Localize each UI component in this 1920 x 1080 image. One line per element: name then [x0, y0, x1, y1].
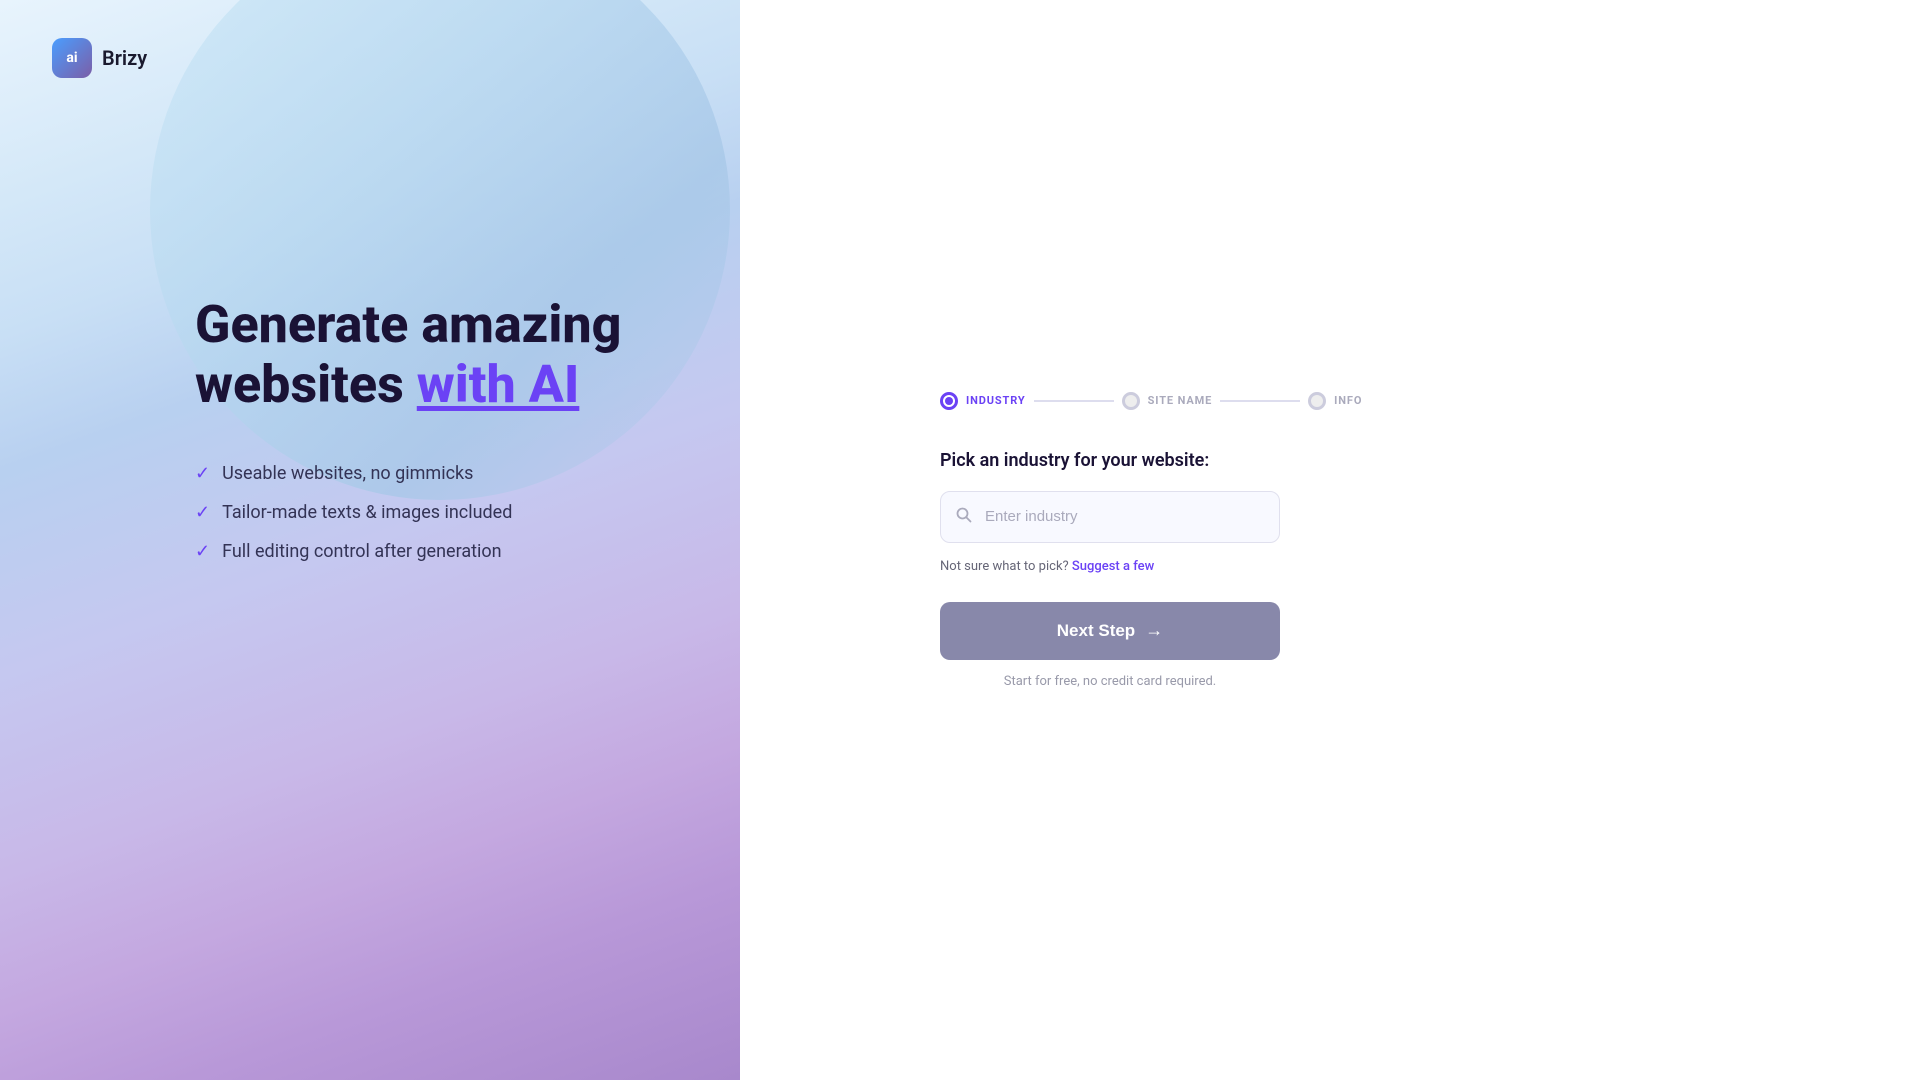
- step-info: INFO: [1308, 392, 1362, 410]
- headline-line1: Generate amazing: [195, 294, 621, 355]
- list-item: ✓ Tailor-made texts & images included: [195, 502, 621, 523]
- features-list: ✓ Useable websites, no gimmicks ✓ Tailor…: [195, 463, 621, 562]
- arrow-icon: →: [1145, 620, 1163, 641]
- headline: Generate amazing websites with AI: [195, 295, 621, 415]
- step-dot-industry: [940, 392, 958, 410]
- check-icon: ✓: [195, 502, 210, 523]
- logo: ai Brizy: [52, 38, 147, 78]
- feature-text: Tailor-made texts & images included: [222, 502, 512, 523]
- next-step-label: Next Step: [1057, 621, 1135, 641]
- step-label-sitename: SITE NAME: [1148, 394, 1213, 407]
- step-dot-sitename: [1122, 392, 1140, 410]
- step-divider-2: [1220, 400, 1300, 402]
- free-text: Start for free, no credit card required.: [940, 674, 1280, 689]
- form-container: Pick an industry for your website: Not s…: [940, 450, 1280, 689]
- feature-text: Useable websites, no gimmicks: [222, 463, 473, 484]
- list-item: ✓ Full editing control after generation: [195, 541, 621, 562]
- step-divider-1: [1034, 400, 1114, 402]
- list-item: ✓ Useable websites, no gimmicks: [195, 463, 621, 484]
- logo-icon: ai: [52, 38, 92, 78]
- step-dot-info: [1308, 392, 1326, 410]
- check-icon: ✓: [195, 463, 210, 484]
- feature-text: Full editing control after generation: [222, 541, 502, 562]
- suggest-link[interactable]: Suggest a few: [1072, 559, 1154, 574]
- step-label-industry: INDUSTRY: [966, 394, 1026, 407]
- suggest-text: Not sure what to pick? Suggest a few: [940, 559, 1280, 574]
- industry-search-input[interactable]: [940, 491, 1280, 543]
- headline-highlight: with AI: [417, 354, 580, 415]
- hero-content: Generate amazing websites with AI ✓ Usea…: [195, 295, 621, 562]
- step-sitename: SITE NAME: [1122, 392, 1213, 410]
- step-indicator: INDUSTRY SITE NAME INFO: [940, 392, 1362, 410]
- search-input-wrapper: [940, 491, 1280, 543]
- check-icon: ✓: [195, 541, 210, 562]
- headline-line2-plain: websites: [195, 354, 417, 415]
- right-panel: INDUSTRY SITE NAME INFO Pick an industry…: [740, 0, 1920, 1080]
- step-industry: INDUSTRY: [940, 392, 1026, 410]
- logo-text: Brizy: [102, 46, 147, 70]
- form-title: Pick an industry for your website:: [940, 450, 1280, 471]
- step-label-info: INFO: [1334, 394, 1362, 407]
- search-icon: [956, 507, 972, 527]
- next-step-button[interactable]: Next Step →: [940, 602, 1280, 660]
